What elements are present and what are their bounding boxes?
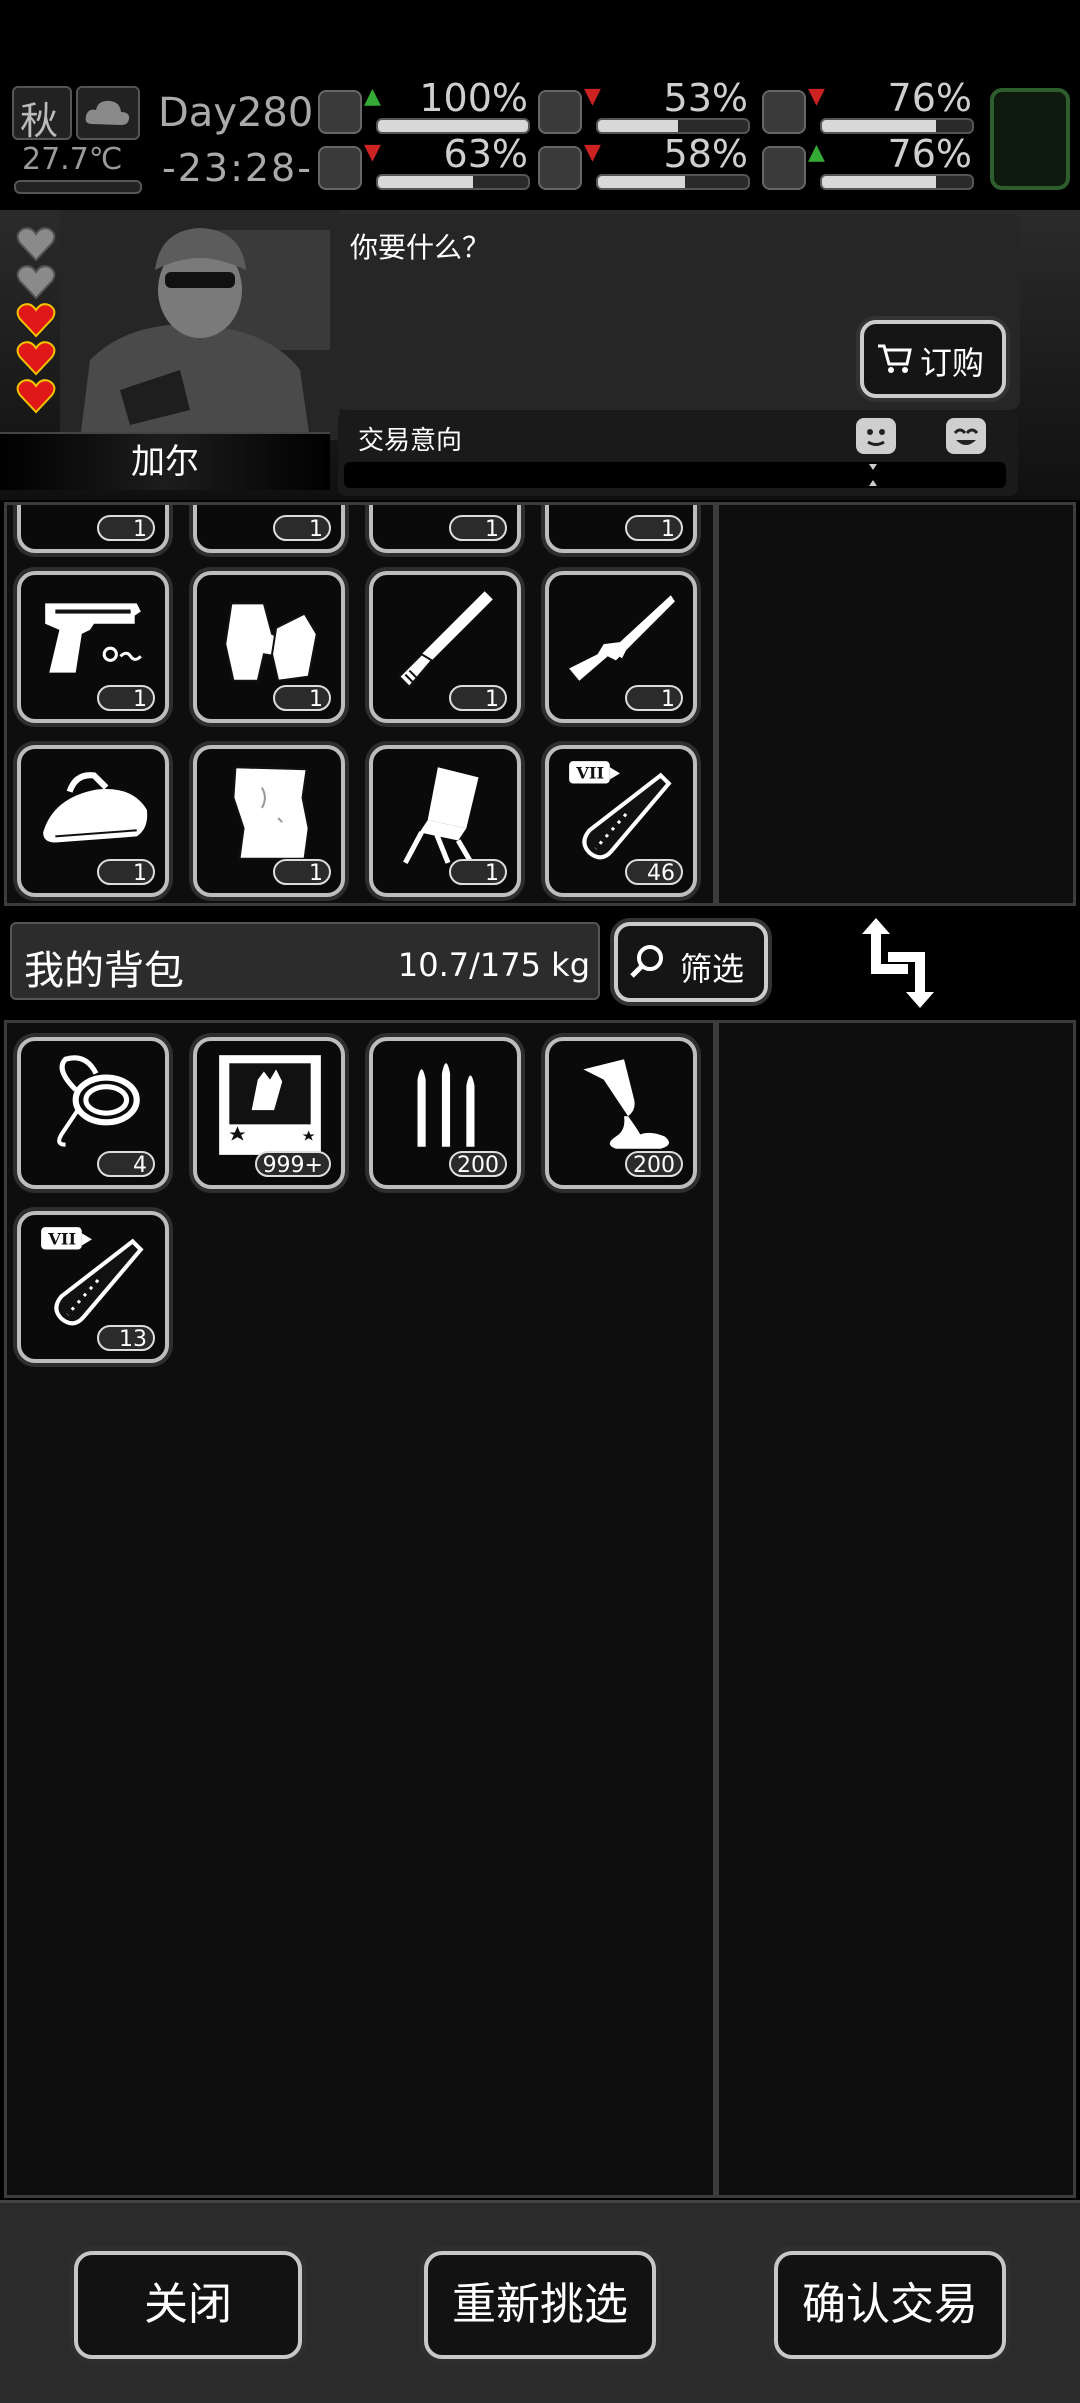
item-count: 1 [625,685,683,712]
item-count: 1 [273,859,331,886]
inventory-slot[interactable]: 1 [17,571,169,723]
npc-header: 加尔 你要什么？ 订购 交易意向 [0,210,1080,500]
inventory-slot[interactable]: VII 46 [545,745,697,897]
stat-value: 76% [887,132,972,176]
filter-button[interactable]: 筛选 [614,922,768,1002]
inventory-slot[interactable]: 1 [17,505,169,553]
npc-name: 加尔 [131,442,199,482]
inventory-slot[interactable]: 4 [17,1037,169,1189]
inventory-slot[interactable]: 1 [369,571,521,723]
npc-name-plate: 加尔 [0,432,330,490]
trade-intent-marker [868,460,878,490]
svg-text:VII: VII [47,1229,76,1248]
item-count: 1 [273,515,331,542]
heart-icon [762,146,806,190]
trader-offer-panel[interactable] [716,502,1076,906]
reselect-button[interactable]: 重新挑选 [424,2251,656,2359]
backpack-header: 我的背包 10.7/175 kg [10,922,600,1000]
stat-value: 53% [663,76,748,120]
item-count: 1 [97,515,155,542]
stat-value: 100% [419,76,528,120]
status-bar: 秋 27.7℃ Day280 -23:28- ▲ 100% ▼ 53% ▼ 76% ▼ 63%… [0,76,1080,200]
item-count: 1 [449,859,507,886]
item-count: 999+ [254,1151,331,1178]
stat-bar [820,174,974,190]
inventory-slot[interactable]: 1 [545,505,697,553]
magnifier-icon [628,942,668,982]
stat-value: 58% [663,132,748,176]
inventory-slot[interactable]: 1 [545,571,697,723]
medkit-icon [318,90,362,134]
inventory-slot[interactable]: 1 [193,505,345,553]
active-effect-slot[interactable] [990,88,1070,190]
day-label: Day280 [158,90,314,136]
backpack-title: 我的背包 [24,948,184,994]
trade-intent-label: 交易意向 [358,426,463,456]
trade-intent-panel: 交易意向 [338,412,1018,496]
inventory-slot[interactable]: 1 [193,745,345,897]
filter-button-label: 筛选 [680,950,745,988]
shopping-cart-icon [874,338,914,378]
stat-bar [596,174,750,190]
inventory-slot[interactable]: 1 [369,505,521,553]
inventory-slot[interactable]: 1 [17,745,169,897]
item-count: 1 [625,515,683,542]
heart-icon [16,264,56,300]
inventory-slot[interactable]: VII 13 [17,1211,169,1363]
heart-icon [16,340,56,376]
weather-cloud-icon [76,86,140,140]
dialogue-text: 你要什么？ [350,231,491,264]
stat-value: 63% [443,132,528,176]
item-count: 200 [449,1151,507,1178]
bottom-action-bar: 关闭 重新挑选 确认交易 [0,2200,1080,2403]
neutral-face-icon [856,418,896,454]
confirm-trade-button[interactable]: 确认交易 [774,2251,1006,2359]
inventory-slot[interactable]: 200 [545,1037,697,1189]
trader-inventory-grid[interactable]: 1 1 1 1 1 1 1 1 1 1 1 VII 46 [4,502,716,906]
inventory-slot[interactable]: 1 [369,745,521,897]
water-drop-icon [538,146,582,190]
temperature-bar [14,180,142,194]
dialogue-box: 你要什么？ 订购 [336,214,1020,410]
item-count: 200 [625,1151,683,1178]
clock-time: -23:28- [162,146,313,190]
npc-portrait [60,210,340,440]
trade-intent-bar [344,462,1006,488]
order-button-label: 订购 [920,344,985,382]
stat-value: 76% [887,76,972,120]
heart-icon [16,226,56,262]
inventory-slot[interactable]: 200 [369,1037,521,1189]
heart-icon [16,302,56,338]
swap-arrows-icon[interactable] [860,918,936,1008]
item-count: 1 [97,685,155,712]
stomach-icon [538,90,582,134]
inventory-slot[interactable]: 999+ [193,1037,345,1189]
item-count: 13 [97,1325,155,1352]
inventory-slot[interactable]: 1 [193,571,345,723]
item-count: 46 [625,859,683,886]
backpack-weight: 10.7/175 kg [397,946,590,984]
svg-text:VII: VII [575,763,604,782]
item-count: 1 [449,515,507,542]
backpack-offer-panel[interactable] [716,1020,1076,2198]
boot-icon [318,146,362,190]
order-button[interactable]: 订购 [860,320,1006,398]
season-badge: 秋 [12,86,72,143]
item-count: 1 [97,859,155,886]
heart-icon [16,378,56,414]
backpack-inventory-grid[interactable]: 4 999+ 200 200 VII 13 [4,1020,716,2198]
item-count: 1 [273,685,331,712]
item-count: 4 [97,1151,155,1178]
close-button[interactable]: 关闭 [74,2251,302,2359]
temperature: 27.7℃ [22,142,123,177]
item-count: 1 [449,685,507,712]
brain-icon [762,90,806,134]
stat-bar [376,174,530,190]
happy-face-icon [946,418,986,454]
